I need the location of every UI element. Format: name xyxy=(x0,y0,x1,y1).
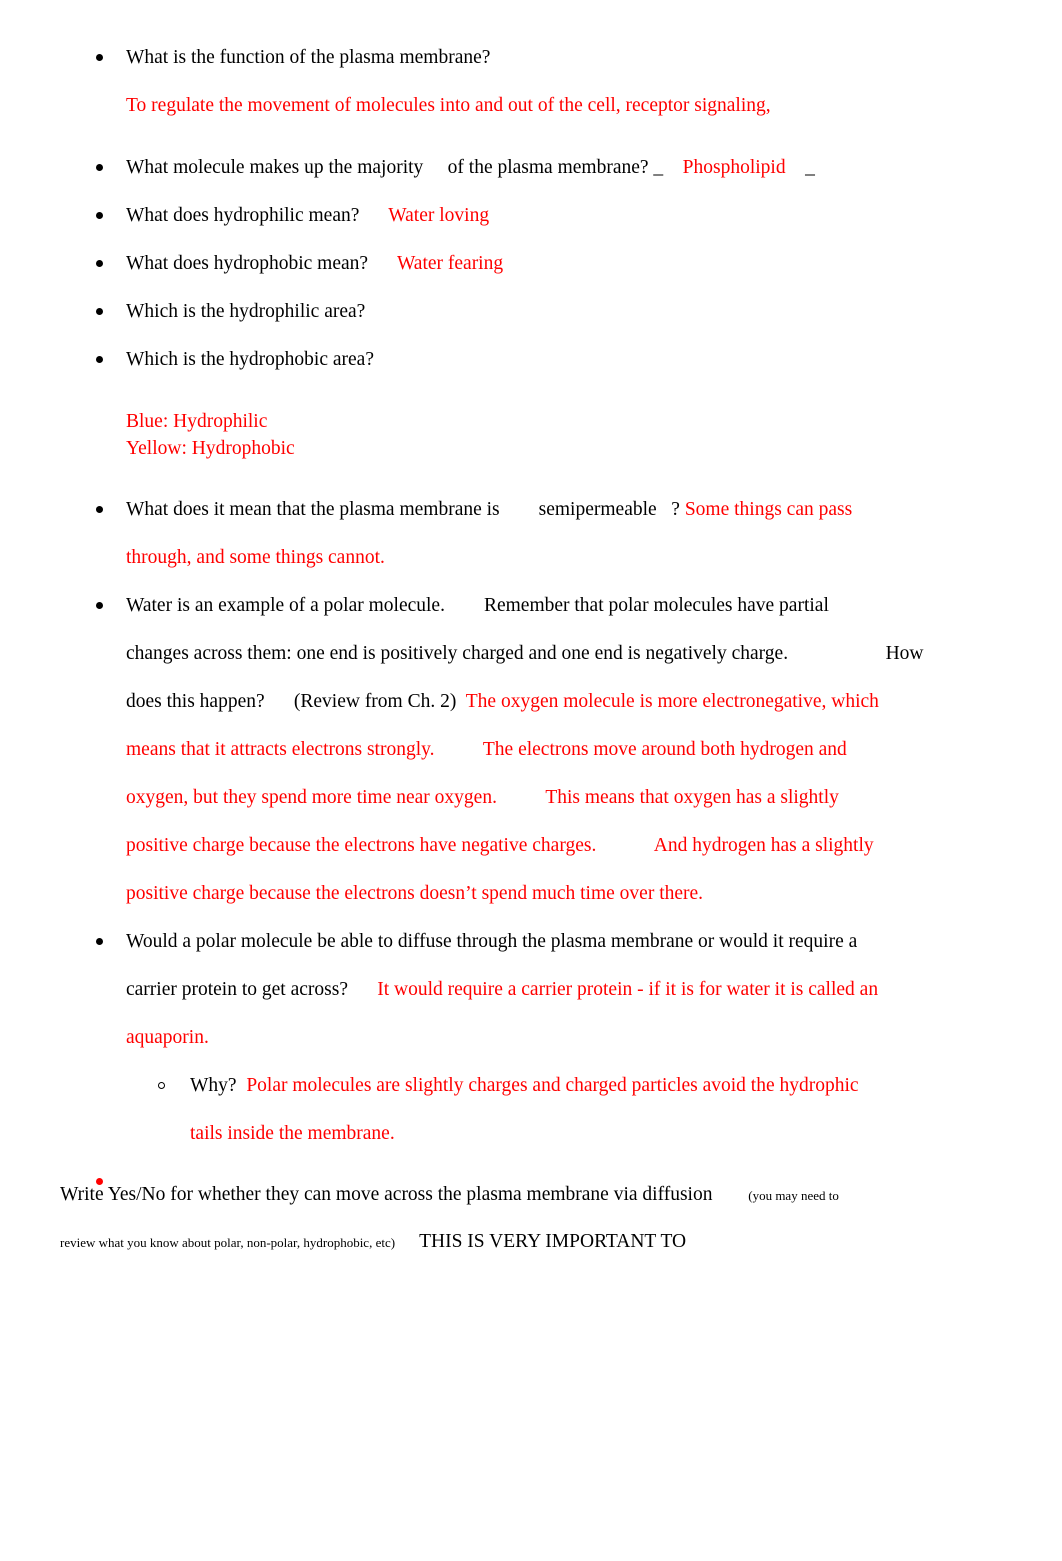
answer-9-line-1: It would require a carrier protein - if … xyxy=(347,979,879,1000)
question-2-trailing-underscore: _ xyxy=(785,157,815,178)
answer-8-line-1: The oxygen molecule is more electronegat… xyxy=(456,691,879,712)
answer-7-line-1: Some things can pass xyxy=(679,499,853,520)
bullet-marker-icon xyxy=(96,34,110,82)
answer-4-text: Water fearing xyxy=(368,253,504,274)
answer-8-line-3: oxygen, but they spend more time near ox… xyxy=(126,787,839,808)
bullet-marker-icon xyxy=(96,918,110,966)
question-5-text: Which is the hydrophilic area? xyxy=(126,301,366,322)
question-item-6: Which is the hydrophobic area? xyxy=(0,336,1062,384)
bullet-marker-icon xyxy=(96,144,110,192)
question-8-line-2-row: changes across them: one end is positive… xyxy=(0,630,1062,678)
answer-9-sub-line-1: Polar molecules are slightly charges and… xyxy=(236,1075,859,1096)
question-item-2: What molecule makes up the majority of t… xyxy=(0,144,1062,192)
answer-8-line-4-row: positive charge because the electrons ha… xyxy=(0,822,1062,870)
footer-instruction-note-end: review what you know about polar, non-po… xyxy=(60,1235,396,1250)
footer-line-1: Write Yes/No for whether they can move a… xyxy=(0,1172,1062,1219)
answer-1: To regulate the movement of molecules in… xyxy=(0,82,1062,130)
bullet-marker-icon xyxy=(96,582,110,630)
question-7-text-part2: semipermeable ? xyxy=(499,499,680,520)
bullet-marker-icon xyxy=(96,336,110,384)
bullet-marker-icon xyxy=(96,240,110,288)
footer-instruction-note-start: (you may need to xyxy=(712,1188,839,1203)
answer-7-line-2: through, and some things cannot. xyxy=(126,547,385,568)
question-item-3: What does hydrophilic mean? Water loving xyxy=(0,192,1062,240)
question-9-line-1: Would a polar molecule be able to diffus… xyxy=(126,931,858,952)
answer-7-continuation: through, and some things cannot. xyxy=(0,534,1062,582)
answer-9-sub-line-2-row: tails inside the membrane. xyxy=(0,1110,1062,1158)
footer-instruction-main: Write Yes/No for whether they can move a… xyxy=(60,1184,713,1205)
question-8-line-3-row: does this happen? (Review from Ch. 2) Th… xyxy=(0,678,1062,726)
footer-emphasis-text: THIS IS VERY IMPORTANT TO xyxy=(395,1231,687,1252)
answer-8-line-2: means that it attracts electrons strongl… xyxy=(126,739,847,760)
answer-8-line-5: positive charge because the electrons do… xyxy=(126,883,704,904)
question-8-line-1: Water is an example of a polar molecule.… xyxy=(126,595,829,616)
question-2-text-part1: What molecule makes up the majority xyxy=(126,157,424,178)
question-item-9: Would a polar molecule be able to diffus… xyxy=(0,918,1062,966)
question-item-1: What is the function of the plasma membr… xyxy=(0,34,1062,82)
question-item-8: Water is an example of a polar molecule.… xyxy=(0,582,1062,630)
answer-9-line-2-row: aquaporin. xyxy=(0,1014,1062,1062)
color-key-line-2: Yellow: Hydrophobic xyxy=(126,438,295,459)
question-4-text: What does hydrophobic mean? xyxy=(126,253,369,274)
answer-1-text: To regulate the movement of molecules in… xyxy=(126,95,771,116)
question-item-4: What does hydrophobic mean? Water fearin… xyxy=(0,240,1062,288)
color-key-block: Blue: Hydrophilic Yellow: Hydrophobic xyxy=(0,408,1062,462)
question-3-text: What does hydrophilic mean? xyxy=(126,205,360,226)
question-item-7: What does it mean that the plasma membra… xyxy=(0,486,1062,534)
question-2-text-part2: of the plasma membrane? _ xyxy=(423,157,664,178)
bullet-marker-icon xyxy=(96,288,110,336)
answer-2-text: Phospholipid xyxy=(663,157,786,178)
answer-8-line-5-row: positive charge because the electrons do… xyxy=(0,870,1062,918)
answer-8-line-2-row: means that it attracts electrons strongl… xyxy=(0,726,1062,774)
question-6-text: Which is the hydrophobic area? xyxy=(126,349,374,370)
bullet-marker-icon xyxy=(96,486,110,534)
spacer-before-footer xyxy=(0,1158,1062,1172)
question-8-line-2: changes across them: one end is positive… xyxy=(126,643,924,664)
question-8-line-3-black: does this happen? (Review from Ch. 2) xyxy=(126,691,457,712)
sub-bullet-marker-icon xyxy=(158,1062,172,1110)
answer-8-line-3-row: oxygen, but they spend more time near ox… xyxy=(0,774,1062,822)
answer-3-text: Water loving xyxy=(359,205,490,226)
question-9-line-2-row: carrier protein to get across? It would … xyxy=(0,966,1062,1014)
answer-9-line-2: aquaporin. xyxy=(126,1027,209,1048)
red-bullet-marker-icon xyxy=(96,1158,110,1206)
question-9-sub-text: Why? xyxy=(190,1075,237,1096)
spacer-before-color-key xyxy=(0,384,1062,408)
spacer-after-color-key xyxy=(0,462,1062,486)
question-7-text-part1: What does it mean that the plasma membra… xyxy=(126,499,500,520)
question-item-9-sub: Why? Polar molecules are slightly charge… xyxy=(0,1062,1062,1110)
answer-8-line-4: positive charge because the electrons ha… xyxy=(126,835,874,856)
question-9-line-2-black: carrier protein to get across? xyxy=(126,979,348,1000)
document-page: What is the function of the plasma membr… xyxy=(0,0,1062,1561)
bullet-marker-icon xyxy=(96,192,110,240)
footer-line-2: review what you know about polar, non-po… xyxy=(0,1219,1062,1266)
answer-9-sub-line-2: tails inside the membrane. xyxy=(190,1123,395,1144)
spacer-after-answer-1 xyxy=(0,130,1062,144)
question-item-5: Which is the hydrophilic area? xyxy=(0,288,1062,336)
top-spacer xyxy=(0,0,1062,34)
document-content: What is the function of the plasma membr… xyxy=(0,0,1062,1266)
color-key-line-1: Blue: Hydrophilic xyxy=(126,411,268,432)
question-1-text: What is the function of the plasma membr… xyxy=(126,47,491,68)
